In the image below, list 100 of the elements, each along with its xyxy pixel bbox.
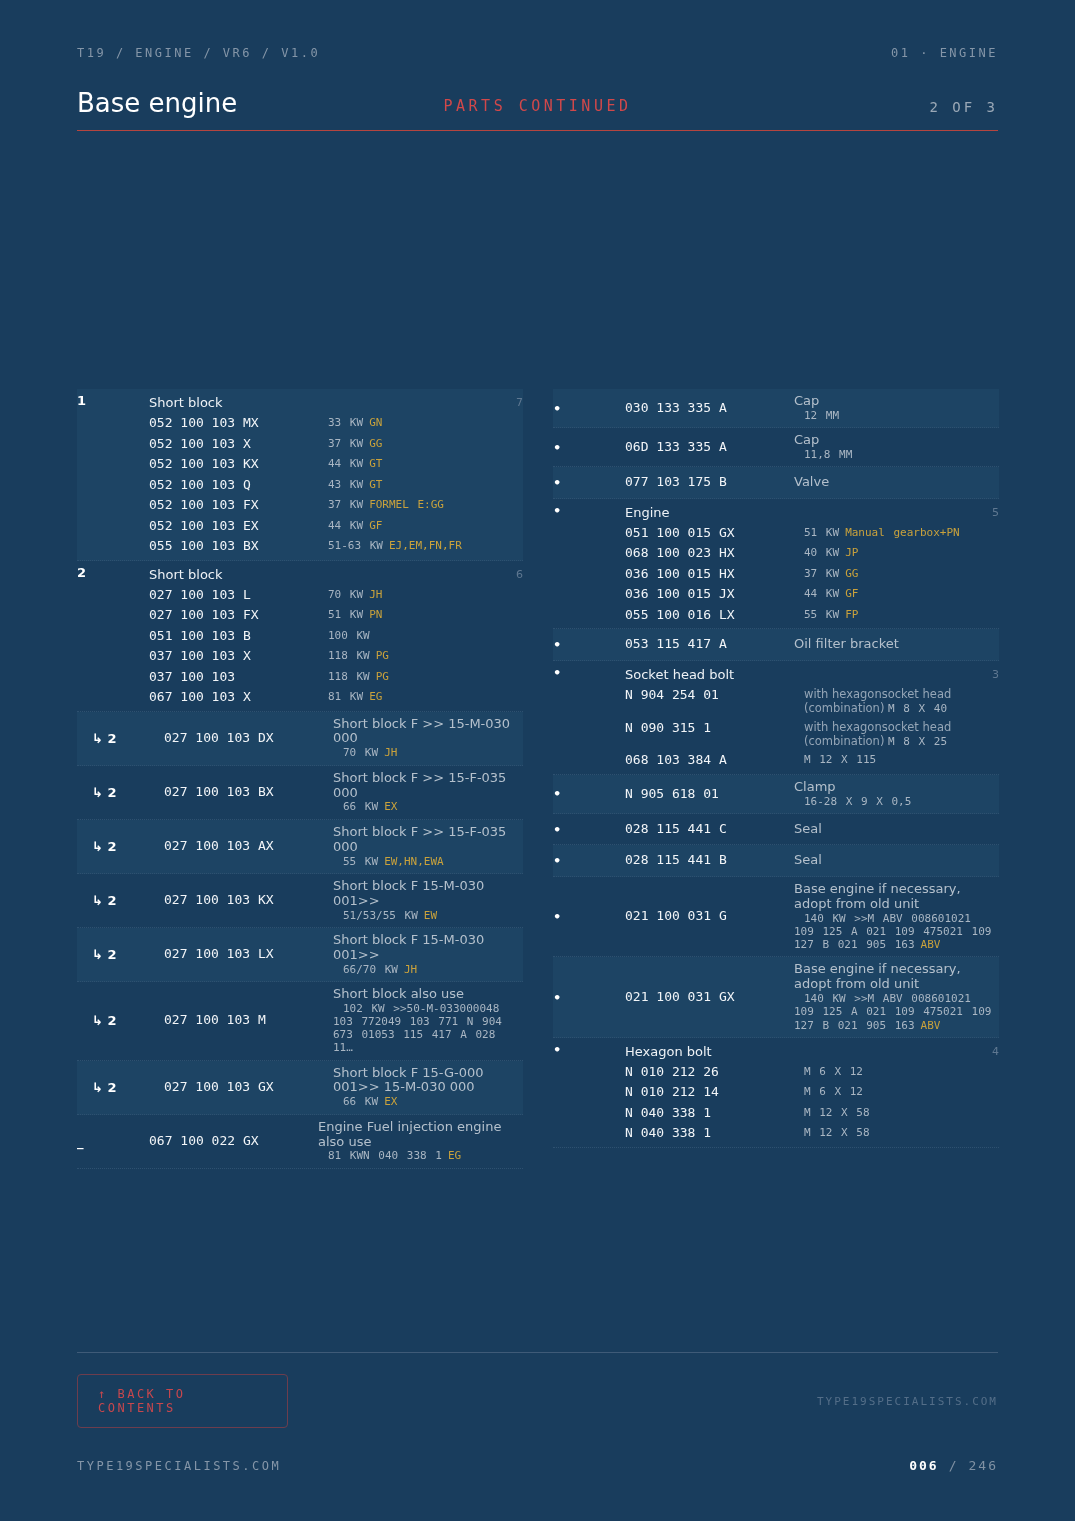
spec-text: 118 KW PG xyxy=(328,648,390,664)
part-description: Seal xyxy=(794,853,823,869)
part-number: 036 100 015 JX xyxy=(625,585,736,604)
current-page: 006 xyxy=(909,1458,939,1473)
item-count: 4 xyxy=(991,1043,999,1060)
spec-text: M 12 X 58 xyxy=(804,1104,871,1121)
group-title: Short block xyxy=(149,394,224,412)
part-number: 028 115 441 B xyxy=(625,851,728,870)
part-number: 052 100 103 KX xyxy=(149,455,260,473)
part-number: 037 100 103 xyxy=(149,667,237,686)
page-subtitle: PARTS CONTINUED xyxy=(443,97,632,115)
spec-text: 51 KW Manual gearbox+PN xyxy=(804,524,961,541)
spec-text: 37 KW GG xyxy=(804,565,860,582)
item-marker: • xyxy=(553,1041,563,1057)
spec-text: 51 KW PN xyxy=(328,607,384,623)
item-count: 3 xyxy=(991,666,999,683)
back-to-contents-button[interactable]: ↑ BACK TO CONTENTS xyxy=(77,1374,288,1428)
spec-text: 16-28 X 9 X 0,5 xyxy=(803,794,913,808)
item-marker: • xyxy=(553,502,563,518)
part-number: 027 100 103 KX xyxy=(164,890,275,909)
part-description: Base engine if necessary, adopt from old unit xyxy=(794,881,962,912)
spec-text: 81 KW EG xyxy=(328,689,384,705)
part-note: with hexagonsocket head (combination) M 8 X 25 xyxy=(804,718,953,750)
part-number: 027 100 103 LX xyxy=(164,945,275,964)
part-number: 052 100 103 Q xyxy=(149,475,252,494)
group-title: Hexagon bolt xyxy=(625,1042,713,1061)
item-marker: ↳ 2 xyxy=(91,946,118,962)
spec-text: 118 KW PG xyxy=(328,668,390,685)
part-number: N 040 338 1 xyxy=(625,1103,713,1122)
part-number: 027 100 103 FX xyxy=(149,606,260,624)
item-marker: ↳ 2 xyxy=(91,784,118,800)
part-number: 030 133 335 A xyxy=(625,398,728,417)
spec-text: 12 MM xyxy=(803,408,841,423)
part-number: 06D 133 335 A xyxy=(625,437,728,456)
spec-text: M 12 X 115 xyxy=(804,752,878,769)
part-number: 052 100 103 EX xyxy=(149,516,260,535)
item-marker: • xyxy=(553,439,563,455)
item-marker: • xyxy=(553,909,563,925)
part-description: Short block F 15-G-000 001>> 15-M-030 000 xyxy=(333,1065,485,1096)
item-marker: ↳ 2 xyxy=(91,838,118,854)
spec-text: 51-63 KW EJ,EM,FN,FR xyxy=(328,538,463,554)
item-marker: ↳ 2 xyxy=(91,1079,118,1095)
part-number: 027 100 103 L xyxy=(149,585,252,604)
part-number: 028 115 441 C xyxy=(625,819,728,838)
part-number: 051 100 103 B xyxy=(149,626,252,645)
item-marker: ↳ 2 xyxy=(91,1013,118,1029)
part-description: Seal xyxy=(794,821,823,837)
part-number: 021 100 031 GX xyxy=(625,987,736,1006)
part-number: N 010 212 26 xyxy=(625,1062,720,1081)
item-marker: _ xyxy=(77,1133,85,1149)
item-count: 6 xyxy=(515,566,523,583)
part-description: Engine Fuel injection engine also use xyxy=(318,1119,503,1150)
spec-text: 37 KW GG xyxy=(328,435,384,452)
spec-text: 66 KW EX xyxy=(342,1095,399,1109)
part-number: 068 103 384 A xyxy=(625,751,728,770)
spec-text: 70 KW JH xyxy=(328,586,384,603)
spec-text: 43 KW GT xyxy=(328,476,384,493)
part-number: 037 100 103 X xyxy=(149,647,252,665)
item-marker: • xyxy=(553,786,563,802)
item-count: 7 xyxy=(515,395,523,411)
spec-text: M 6 X 12 xyxy=(804,1084,864,1101)
item-marker: • xyxy=(553,821,563,837)
part-number: 021 100 031 G xyxy=(625,907,728,926)
total-pages: 246 xyxy=(968,1458,998,1473)
part-number: 055 100 103 BX xyxy=(149,537,260,555)
part-description: Short block also use xyxy=(333,986,466,1002)
part-number: 077 103 175 B xyxy=(625,473,728,492)
group-title: Engine xyxy=(625,503,671,522)
item-count: 5 xyxy=(991,504,999,521)
item-marker: 2 xyxy=(77,564,88,580)
website-text: TYPE19SPECIALISTS.COM xyxy=(77,1458,282,1473)
breadcrumb: T19 / ENGINE / VR6 / V1.0 xyxy=(77,46,321,60)
part-description: Short block F 15-M-030 001>> xyxy=(333,878,486,909)
spec-text: 44 KW GF xyxy=(804,586,860,603)
spec-text: 40 KW JP xyxy=(804,545,860,562)
part-number: 068 100 023 HX xyxy=(625,544,736,563)
item-marker: ↳ 2 xyxy=(91,892,118,908)
part-number: 036 100 015 HX xyxy=(625,564,736,583)
spec-text: M 12 X 58 xyxy=(804,1125,871,1142)
item-marker: • xyxy=(553,853,563,869)
spec-text: 100 KW xyxy=(328,627,371,644)
group-title: Short block xyxy=(149,565,224,584)
website-link[interactable]: TYPE19SPECIALISTS.COM xyxy=(816,1394,998,1408)
spec-text: M 6 X 12 xyxy=(804,1063,864,1080)
part-description: Valve xyxy=(794,475,831,490)
part-number: 052 100 103 MX xyxy=(149,414,260,432)
section-label: 01 · ENGINE xyxy=(891,46,998,60)
spec-text: 51/53/55 KW EW xyxy=(342,908,439,922)
spec-text: 102 KW >>50-M-033000048 103 772049 103 771 N 904 673 01053 115 417 A 028 11… xyxy=(333,1001,503,1055)
part-description: Clamp xyxy=(794,779,837,795)
part-number: 027 100 103 BX xyxy=(164,782,275,801)
part-note: with hexagonsocket head (combination) M 8 X 40 xyxy=(804,685,953,718)
part-number: N 010 212 14 xyxy=(625,1083,720,1102)
item-marker: • xyxy=(553,637,563,652)
item-marker: ↳ 2 xyxy=(91,730,118,746)
group-title: Socket head bolt xyxy=(625,665,736,684)
part-number: 055 100 016 LX xyxy=(625,605,736,624)
spec-text: 55 KW EW,HN,EWA xyxy=(342,854,445,868)
part-description: Cap xyxy=(794,394,821,409)
part-number: 027 100 103 M xyxy=(164,1011,267,1030)
